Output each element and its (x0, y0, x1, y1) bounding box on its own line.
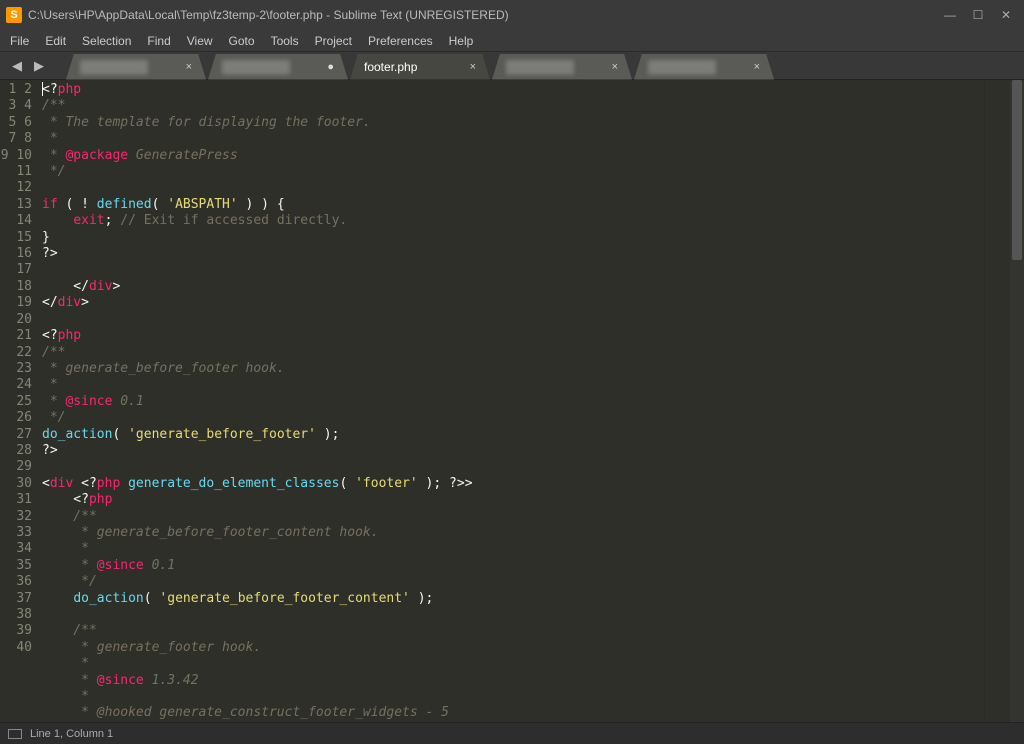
close-tab-icon[interactable]: × (186, 61, 192, 73)
cursor-position: Line 1, Column 1 (30, 728, 113, 740)
history-nav: ◀ ▶ (0, 56, 56, 76)
nav-back-icon[interactable]: ◀ (8, 56, 26, 76)
close-button[interactable]: ✕ (994, 6, 1018, 24)
tab[interactable]: ████████ × (492, 54, 632, 80)
menu-preferences[interactable]: Preferences (360, 32, 441, 50)
tab-label: footer.php (364, 60, 417, 74)
window-controls: — ☐ ✕ (938, 6, 1018, 24)
tab[interactable]: footer.php × (350, 54, 490, 80)
titlebar: S C:\Users\HP\AppData\Local\Temp\fz3temp… (0, 0, 1024, 30)
menu-goto[interactable]: Goto (221, 32, 263, 50)
line-gutter: 1 2 3 4 5 6 7 8 9 10 11 12 13 14 15 16 1… (0, 80, 42, 722)
statusbar: Line 1, Column 1 (0, 722, 1024, 744)
nav-forward-icon[interactable]: ▶ (30, 56, 48, 76)
maximize-button[interactable]: ☐ (966, 6, 990, 24)
tabs-container: ████████×████████●footer.php×████████×██… (66, 52, 776, 80)
close-tab-icon[interactable]: × (754, 61, 760, 73)
tab-label: ████████ (506, 60, 574, 74)
tab[interactable]: ████████ × (634, 54, 774, 80)
menu-help[interactable]: Help (441, 32, 482, 50)
minimize-button[interactable]: — (938, 6, 962, 24)
window-title: C:\Users\HP\AppData\Local\Temp\fz3temp-2… (28, 8, 509, 22)
menu-tools[interactable]: Tools (263, 32, 307, 50)
menu-file[interactable]: File (2, 32, 37, 50)
scrollbar-thumb[interactable] (1012, 80, 1022, 260)
editor: 1 2 3 4 5 6 7 8 9 10 11 12 13 14 15 16 1… (0, 80, 1024, 722)
menu-view[interactable]: View (179, 32, 221, 50)
tab-label: ████████ (80, 60, 148, 74)
tab-row: ◀ ▶ ████████×████████●footer.php×███████… (0, 52, 1024, 80)
close-tab-icon[interactable]: × (470, 61, 476, 73)
menu-project[interactable]: Project (307, 32, 360, 50)
dirty-indicator-icon[interactable]: ● (327, 61, 334, 73)
close-tab-icon[interactable]: × (612, 61, 618, 73)
tab[interactable]: ████████ × (66, 54, 206, 80)
menu-edit[interactable]: Edit (37, 32, 74, 50)
app-icon: S (6, 7, 22, 23)
minimap[interactable] (984, 80, 1010, 722)
panel-switch-icon[interactable] (8, 729, 22, 739)
menu-find[interactable]: Find (139, 32, 178, 50)
tab-label: ████████ (648, 60, 716, 74)
code-area[interactable]: <?php/** * The template for displaying t… (42, 80, 984, 722)
menu-selection[interactable]: Selection (74, 32, 139, 50)
tab[interactable]: ████████ ● (208, 54, 348, 80)
tab-label: ████████ (222, 60, 290, 74)
menubar: FileEditSelectionFindViewGotoToolsProjec… (0, 30, 1024, 52)
vertical-scrollbar[interactable] (1010, 80, 1024, 722)
